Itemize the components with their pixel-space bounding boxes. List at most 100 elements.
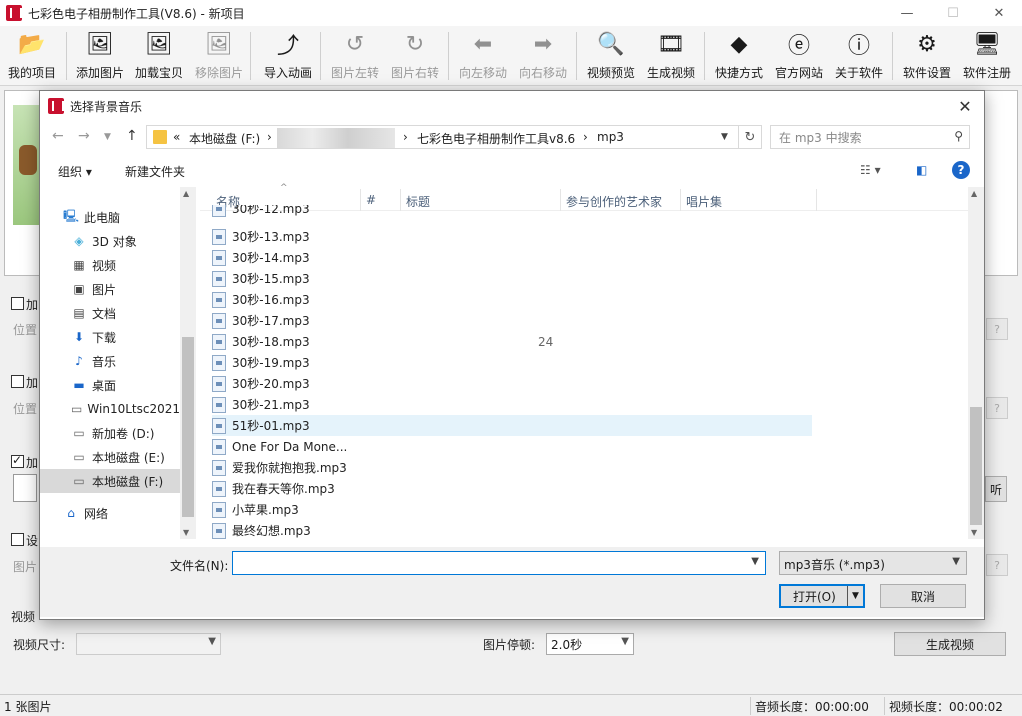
file-list-item[interactable]: 爱我你就抱抱我.mp3 (212, 457, 812, 478)
organize-button[interactable]: 组织 ▾ (58, 163, 92, 180)
nav-scrollbar[interactable]: ▲ ▼ (180, 187, 196, 539)
file-list-item[interactable]: 30秒-12.mp3 (212, 205, 812, 217)
file-list-item[interactable]: 小苹果.mp3 (212, 499, 812, 520)
breadcrumb-folder-mp3[interactable]: mp3 (597, 130, 624, 144)
rotate-right-button[interactable]: ↻ 图片右转 (388, 28, 442, 84)
register-button[interactable]: 🖥 软件注册 (960, 28, 1014, 84)
my-project-button[interactable]: 📂 我的项目 (4, 28, 60, 84)
file-list-item[interactable]: 30秒-18.mp3 24 (212, 331, 812, 352)
nav-scroll-thumb[interactable] (182, 337, 194, 517)
help-icon[interactable]: ? (952, 161, 970, 179)
drive-icon: ▭ (73, 474, 85, 488)
nav-item[interactable]: ▭ Win10Ltsc2021 (40, 397, 180, 421)
import-animation-button[interactable]: ⤴ 导入动画 (260, 28, 316, 84)
nav-item[interactable]: ▭ 本地磁盘 (F:) (40, 469, 180, 493)
title-bar: 七彩色电子相册制作工具(V8.6) - 新项目 — ☐ ✕ (0, 0, 1022, 26)
breadcrumb-drive[interactable]: 本地磁盘 (F:) (189, 130, 260, 147)
back-arrow-icon[interactable]: ← (52, 128, 64, 144)
official-site-button[interactable]: ⓔ 官方网站 (772, 28, 826, 84)
cancel-button[interactable]: 取消 (880, 584, 966, 608)
dialog-close-button[interactable]: ✕ (954, 95, 976, 117)
file-list-item[interactable]: 30秒-14.mp3 (212, 247, 812, 268)
music-path-field[interactable] (13, 474, 37, 502)
new-folder-button[interactable]: 新建文件夹 (125, 163, 185, 180)
file-list-item[interactable]: 30秒-15.mp3 (212, 268, 812, 289)
help-button-1[interactable]: ? (986, 318, 1008, 340)
rotate-left-icon: ↺ (345, 31, 365, 57)
file-list-item[interactable]: 我在春天等你.mp3 (212, 478, 812, 499)
help-button-2[interactable]: ? (986, 397, 1008, 419)
open-dropdown-icon[interactable]: ▼ (847, 586, 863, 606)
chevron-down-icon[interactable]: ▼ (751, 556, 759, 567)
option-checkbox-4[interactable] (11, 533, 24, 546)
breadcrumb-folder-app[interactable]: 七彩色电子相册制作工具v8.6 (417, 130, 575, 147)
file-list-item[interactable]: 30秒-21.mp3 (212, 394, 812, 415)
move-left-button[interactable]: ⬅ 向左移动 (456, 28, 510, 84)
minimize-button[interactable]: — (884, 0, 930, 26)
nav-item[interactable]: ♪ 音乐 (40, 349, 180, 373)
mp3-file-icon (212, 291, 226, 308)
close-button[interactable]: ✕ (976, 0, 1022, 26)
file-list-item[interactable]: 最终幻想.mp3 (212, 520, 812, 541)
nav-item[interactable]: 🖳 此电脑 (40, 205, 180, 229)
file-scroll-thumb[interactable] (970, 407, 982, 525)
column-divider[interactable] (816, 189, 817, 211)
file-list-item[interactable]: One For Da Mone... (212, 436, 812, 457)
remove-image-button[interactable]: 🖼 移除图片 (192, 28, 246, 84)
shortcut-button[interactable]: ◆ 快捷方式 (712, 28, 766, 84)
file-list-item[interactable]: 30秒-16.mp3 (212, 289, 812, 310)
help-button-3[interactable]: ? (986, 554, 1008, 576)
nav-item[interactable]: ▭ 新加卷 (D:) (40, 421, 180, 445)
open-button[interactable]: 打开(O) ▼ (779, 584, 865, 608)
filename-input[interactable]: ▼ (232, 551, 766, 575)
recent-chevron-icon[interactable]: ▼ (104, 132, 111, 142)
video-size-select[interactable]: ▼ (76, 633, 221, 655)
file-list-item[interactable]: 30秒-19.mp3 (212, 352, 812, 373)
file-list-item[interactable]: 30秒-17.mp3 (212, 310, 812, 331)
generate-video-button[interactable]: 🎞 生成视频 (644, 28, 698, 84)
preview-pane-icon[interactable]: ◧ (916, 163, 927, 177)
nav-item[interactable]: ▤ 文档 (40, 301, 180, 325)
generate-video-bottom-button[interactable]: 生成视频 (894, 632, 1006, 656)
file-list-item[interactable]: 30秒-13.mp3 (212, 226, 812, 247)
refresh-button[interactable]: ↻ (738, 125, 762, 149)
option-checkbox-1[interactable] (11, 297, 24, 310)
nav-item[interactable]: ▦ 视频 (40, 253, 180, 277)
breadcrumb-prefix[interactable]: « (173, 130, 180, 144)
load-treasure-button[interactable]: 🖼 加载宝贝 (132, 28, 186, 84)
filename-label: 文件名(N): (170, 559, 229, 573)
maximize-button[interactable]: ☐ (930, 0, 976, 26)
address-bar[interactable]: « 本地磁盘 (F:) › › 七彩色电子相册制作工具v8.6 › mp3 ▼ (146, 125, 758, 149)
file-type-select[interactable]: mp3音乐 (*.mp3) ▼ (779, 551, 967, 575)
rotate-left-button[interactable]: ↺ 图片左转 (328, 28, 382, 84)
nav-item[interactable]: ⌂ 网络 (40, 501, 180, 525)
file-list-item[interactable]: 51秒-01.mp3 (212, 415, 812, 436)
forward-arrow-icon[interactable]: → (78, 128, 90, 144)
nav-item[interactable]: ▭ 本地磁盘 (E:) (40, 445, 180, 469)
view-options-icon[interactable]: ☷ ▾ (860, 163, 881, 177)
settings-button[interactable]: ⚙ 软件设置 (900, 28, 954, 84)
nav-item[interactable]: ▬ 桌面 (40, 373, 180, 397)
nav-item[interactable]: ⬇ 下载 (40, 325, 180, 349)
scroll-down-icon[interactable]: ▼ (971, 528, 977, 537)
search-input[interactable]: 在 mp3 中搜索 ⚲ (770, 125, 970, 149)
background-music-checkbox[interactable] (11, 453, 24, 468)
up-arrow-icon[interactable]: ↑ (126, 128, 138, 144)
move-right-button[interactable]: ➡ 向右移动 (516, 28, 570, 84)
scroll-down-icon[interactable]: ▼ (183, 528, 189, 537)
listen-button[interactable]: 听 (985, 476, 1007, 502)
nav-item[interactable]: ◈ 3D 对象 (40, 229, 180, 253)
chevron-down-icon[interactable]: ▼ (721, 132, 728, 142)
video-preview-button[interactable]: 🔍 视频预览 (584, 28, 638, 84)
scroll-up-icon[interactable]: ▲ (971, 189, 977, 198)
image-duration-select[interactable]: 2.0秒 ▼ (546, 633, 634, 655)
navigation-pane[interactable]: 🖳 此电脑 ◈ 3D 对象 ▦ 视频 ▣ 图片 ▤ 文档 ⬇ 下载 ♪ 音乐 ▬ 桌面 ▭ Win10Ltsc20… (40, 187, 196, 539)
option-checkbox-2[interactable] (11, 375, 24, 388)
nav-item[interactable]: ▣ 图片 (40, 277, 180, 301)
about-button[interactable]: ⓘ 关于软件 (832, 28, 886, 84)
add-image-button[interactable]: 🖼 添加图片 (72, 28, 128, 84)
file-list-item[interactable]: 30秒-20.mp3 (212, 373, 812, 394)
toolbar-label: 视频预览 (586, 66, 635, 80)
file-list-scrollbar[interactable]: ▲ ▼ (968, 187, 984, 539)
scroll-up-icon[interactable]: ▲ (183, 189, 189, 198)
